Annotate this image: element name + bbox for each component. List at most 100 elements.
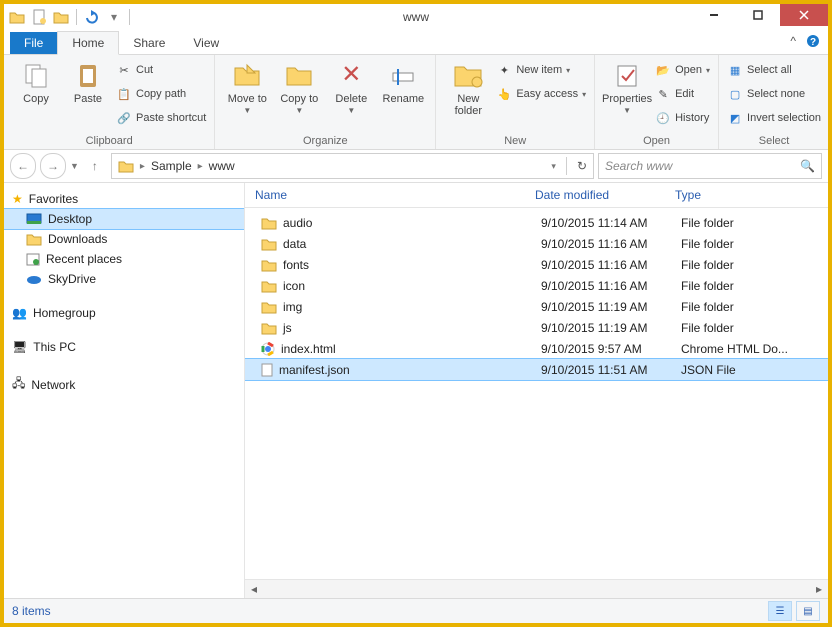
sidebar-item-downloads[interactable]: Downloads (4, 229, 244, 249)
folder-icon (26, 232, 42, 246)
icons-view-button[interactable]: ▤ (796, 601, 820, 621)
sidebar-item-desktop[interactable]: Desktop (4, 209, 244, 229)
tab-share[interactable]: Share (119, 32, 179, 54)
col-name[interactable]: Name (245, 188, 525, 202)
titlebar[interactable]: ▾ www (4, 4, 828, 30)
tab-home[interactable]: Home (57, 31, 119, 55)
scroll-right-icon: ▸ (810, 580, 828, 598)
folder-icon (261, 258, 277, 272)
file-type: File folder (671, 279, 811, 293)
search-input[interactable]: Search www 🔍 (598, 153, 822, 179)
homegroup-icon: 👥 (12, 306, 27, 320)
open-button[interactable]: 📂Open ▾ (655, 59, 710, 81)
copy-button[interactable]: Copy (12, 59, 60, 105)
file-row[interactable]: js9/10/2015 11:19 AMFile folder (245, 317, 828, 338)
folder-icon (118, 159, 134, 173)
sidebar-network[interactable]: 🖧Network (4, 371, 244, 398)
refresh-icon[interactable]: ↻ (577, 159, 587, 173)
breadcrumb-sample[interactable]: Sample (151, 159, 192, 173)
column-headers[interactable]: Name Date modified Type Size (245, 183, 828, 208)
back-button[interactable]: ← (10, 153, 36, 179)
col-type[interactable]: Type (665, 188, 805, 202)
file-date: 9/10/2015 11:16 AM (531, 237, 671, 251)
select-none-button[interactable]: ▢Select none (727, 83, 821, 105)
col-size[interactable]: Size (805, 188, 828, 202)
new-folder-button[interactable]: New folder (444, 59, 492, 117)
forward-button[interactable]: → (40, 153, 66, 179)
copy-to-button[interactable]: Copy to▼ (275, 59, 323, 116)
delete-button[interactable]: ✕Delete▼ (327, 59, 375, 116)
explorer-window: ▾ www File Home Share View ^ ? Copy Past… (0, 0, 832, 627)
col-date[interactable]: Date modified (525, 188, 665, 202)
copy-path-button[interactable]: 📋Copy path (116, 83, 206, 105)
close-button[interactable] (780, 4, 828, 26)
address-bar[interactable]: ▸ Sample ▸ www ▾ ↻ (111, 153, 594, 179)
file-row[interactable]: index.html9/10/2015 9:57 AMChrome HTML D… (245, 338, 828, 359)
help-icon[interactable]: ? (806, 34, 820, 48)
ribbon: Copy Paste ✂Cut 📋Copy path 🔗Paste shortc… (4, 55, 828, 150)
chevron-right-icon[interactable]: ▸ (198, 161, 203, 172)
file-row[interactable]: icon9/10/2015 11:16 AMFile folder (245, 275, 828, 296)
sidebar-item-recent-places[interactable]: Recent places (4, 249, 244, 269)
skydrive-icon (26, 273, 42, 285)
sidebar-item-skydrive[interactable]: SkyDrive (4, 269, 244, 289)
sidebar-thispc[interactable]: 🖥This PC (4, 337, 244, 357)
scroll-left-icon: ◂ (245, 580, 263, 598)
content-area: ★Favorites DesktopDownloadsRecent places… (4, 183, 828, 598)
file-date: 9/10/2015 11:16 AM (531, 258, 671, 272)
invert-selection-button[interactable]: ◩Invert selection (727, 107, 821, 129)
details-view-button[interactable]: ☰ (768, 601, 792, 621)
tab-file[interactable]: File (10, 32, 57, 54)
scissors-icon: ✂ (116, 62, 132, 78)
file-name: js (283, 321, 292, 335)
navigation-pane[interactable]: ★Favorites DesktopDownloadsRecent places… (4, 183, 245, 598)
edit-button[interactable]: ✎Edit (655, 83, 710, 105)
file-row[interactable]: audio9/10/2015 11:14 AMFile folder (245, 212, 828, 233)
new-item-icon: ✦ (496, 62, 512, 78)
sidebar-favorites[interactable]: ★Favorites (4, 189, 244, 209)
paste-button[interactable]: Paste (64, 59, 112, 105)
cut-button[interactable]: ✂Cut (116, 59, 206, 81)
history-button[interactable]: 🕘History (655, 107, 710, 129)
tab-view[interactable]: View (179, 32, 233, 54)
chevron-down-icon[interactable]: ▾ (551, 161, 556, 172)
file-row[interactable]: img9/10/2015 11:19 AMFile folder (245, 296, 828, 317)
file-name: icon (283, 279, 305, 293)
pc-icon: 🖥 (12, 340, 27, 354)
svg-text:?: ? (810, 37, 816, 48)
breadcrumb-www[interactable]: www (209, 159, 235, 173)
rename-button[interactable]: Rename (379, 59, 427, 105)
up-button[interactable]: ↑ (83, 154, 107, 178)
move-to-button[interactable]: Move to▼ (223, 59, 271, 116)
file-type: JSON File (671, 363, 811, 377)
file-row[interactable]: fonts9/10/2015 11:16 AMFile folder (245, 254, 828, 275)
file-row[interactable]: data9/10/2015 11:16 AMFile folder (245, 233, 828, 254)
file-name: audio (283, 216, 312, 230)
folder-icon (261, 216, 277, 230)
file-type: File folder (671, 258, 811, 272)
shortcut-icon: 🔗 (116, 110, 132, 126)
sidebar-homegroup[interactable]: 👥Homegroup (4, 303, 244, 323)
file-type: Chrome HTML Do... (671, 342, 811, 356)
new-item-button[interactable]: ✦New item ▾ (496, 59, 586, 81)
file-type: File folder (671, 216, 811, 230)
file-rows[interactable]: audio9/10/2015 11:14 AMFile folderdata9/… (245, 208, 828, 579)
minimize-button[interactable] (692, 4, 736, 26)
item-count: 8 items (12, 604, 51, 618)
open-icon: 📂 (655, 62, 671, 78)
file-date: 9/10/2015 11:51 AM (531, 363, 671, 377)
desktop-icon (26, 213, 42, 225)
file-row[interactable]: manifest.json 9/10/2015 11:51 AMJSON File (245, 359, 828, 380)
paste-shortcut-button[interactable]: 🔗Paste shortcut (116, 107, 206, 129)
file-name: manifest.json (279, 363, 350, 377)
collapse-ribbon-icon[interactable]: ^ (790, 34, 796, 48)
recent-dropdown-icon[interactable]: ▼ (70, 161, 79, 171)
chevron-right-icon[interactable]: ▸ (140, 161, 145, 172)
file-name: img (283, 300, 302, 314)
easy-access-button[interactable]: 👆Easy access ▾ (496, 83, 586, 105)
easy-access-icon: 👆 (496, 86, 512, 102)
maximize-button[interactable] (736, 4, 780, 26)
select-all-button[interactable]: ▦Select all (727, 59, 821, 81)
properties-button[interactable]: Properties▼ (603, 59, 651, 116)
horizontal-scrollbar[interactable]: ◂▸ (245, 579, 828, 598)
